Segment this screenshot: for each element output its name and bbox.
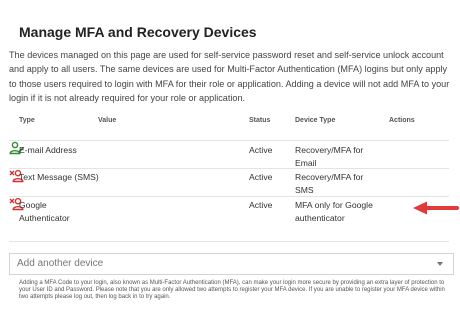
device-type-cell: Text Message (SMS) [19, 172, 99, 182]
callout-arrow-icon [413, 201, 459, 215]
device-kind-cell: Recovery/MFA for Email [295, 145, 364, 168]
mfa-footnote: Adding a MFA Code to your login, also kn… [19, 280, 445, 301]
device-type-cell: E-mail Address [19, 145, 77, 155]
device-kind-cell: Recovery/MFA for SMS [295, 172, 364, 195]
chevron-down-icon [437, 262, 443, 266]
table-row: Text Message (SMS) Active Recovery/MFA f… [9, 168, 449, 197]
header-value: Value [98, 117, 117, 124]
add-device-label: Add another device [17, 258, 104, 269]
device-type-cell: Google Authenticator [19, 200, 70, 223]
table-row: Google Authenticator Active MFA only for… [9, 196, 449, 242]
header-type: Type [19, 117, 35, 124]
device-kind-cell: MFA only for Google authenticator [295, 200, 373, 223]
device-status-cell: Active [249, 200, 273, 210]
add-device-select[interactable]: Add another device [9, 253, 454, 275]
header-device-type: Device Type [295, 117, 336, 124]
header-status: Status [249, 117, 271, 124]
table-row: E-mail Address Active Recovery/MFA for E… [9, 140, 449, 169]
page-intro: The devices managed on this page are use… [9, 50, 450, 103]
page-title: Manage MFA and Recovery Devices [19, 24, 257, 40]
device-status-cell: Active [249, 145, 273, 155]
device-status-cell: Active [249, 172, 273, 182]
header-actions: Actions [389, 117, 415, 124]
